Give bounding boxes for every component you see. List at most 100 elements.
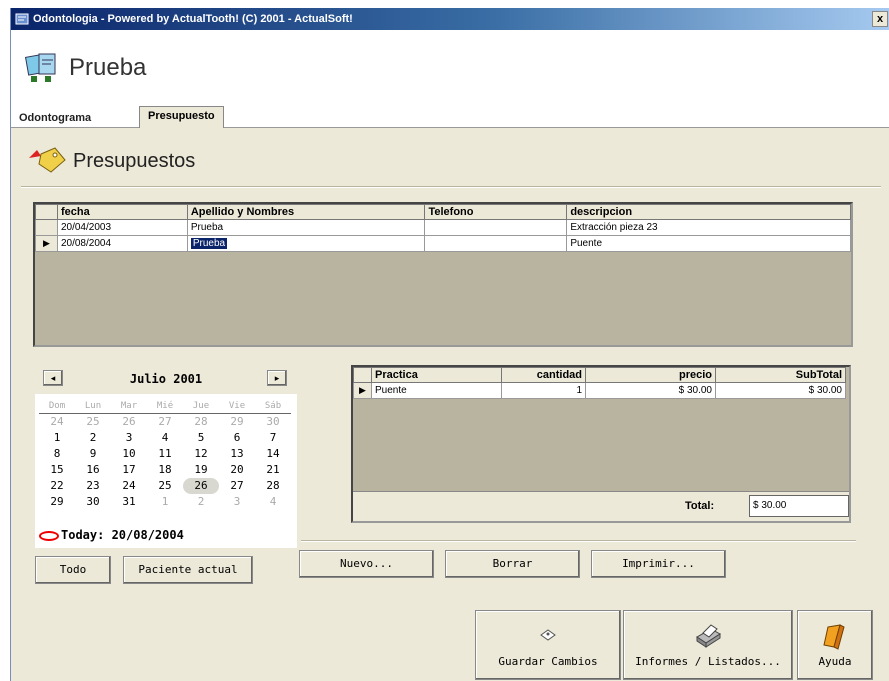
calendar-day-selected[interactable]: 26: [183, 478, 219, 494]
todo-button[interactable]: Todo: [35, 556, 111, 584]
calendar-week: 22 23 24 25 26 27 28: [39, 478, 295, 494]
column-header-precio[interactable]: precio: [585, 367, 716, 383]
budget-tag-icon: [29, 147, 66, 173]
tab-odontograma[interactable]: Odontograma: [11, 110, 99, 128]
ayuda-label: Ayuda: [818, 655, 852, 668]
row-indicator: ▶: [353, 382, 372, 399]
next-month-button[interactable]: ▸: [267, 370, 287, 386]
cell-subtotal[interactable]: $ 30.00: [715, 382, 846, 399]
total-field[interactable]: $ 30.00: [749, 495, 849, 517]
row-indicator: [35, 219, 58, 236]
cell-descripcion[interactable]: Extracción pieza 23: [566, 219, 851, 236]
tooth-app-icon: [15, 13, 29, 25]
table-row[interactable]: ▶ Puente 1 $ 30.00 $ 30.00: [353, 382, 846, 399]
calendar-day[interactable]: 23: [75, 478, 111, 494]
calendar-day[interactable]: 26: [111, 414, 147, 430]
weekday-label: Lun: [75, 398, 111, 414]
close-button[interactable]: x: [872, 11, 888, 27]
patient-header: Prueba: [11, 30, 889, 106]
calendar-day[interactable]: 30: [255, 414, 291, 430]
calendar-day[interactable]: 15: [39, 462, 75, 478]
calendar-day[interactable]: 6: [219, 430, 255, 446]
calendar-day[interactable]: 28: [255, 478, 291, 494]
budgets-grid[interactable]: fecha Apellido y Nombres Telefono descri…: [33, 202, 853, 347]
selected-cell-text: Prueba: [190, 238, 228, 249]
calendar-month-label[interactable]: Julio 2001: [35, 372, 297, 386]
nuevo-button[interactable]: Nuevo...: [299, 550, 434, 578]
column-header-fecha[interactable]: fecha: [56, 204, 188, 220]
calendar-week: 15 16 17 18 19 20 21: [39, 462, 295, 478]
cell-cantidad[interactable]: 1: [501, 382, 586, 399]
cell-telefono[interactable]: [424, 219, 568, 236]
calendar-day[interactable]: 16: [75, 462, 111, 478]
informes-listados-button[interactable]: Informes / Listados...: [623, 610, 793, 680]
cell-descripcion[interactable]: Puente: [566, 235, 851, 252]
borrar-button[interactable]: Borrar: [445, 550, 580, 578]
calendar-day[interactable]: 31: [111, 494, 147, 510]
calendar-day[interactable]: 29: [219, 414, 255, 430]
table-row[interactable]: 20/04/2003 Prueba Extracción pieza 23: [35, 219, 851, 236]
calendar-day[interactable]: 5: [183, 430, 219, 446]
calendar-day[interactable]: 14: [255, 446, 291, 462]
practices-grid[interactable]: Practica cantidad precio SubTotal ▶ Puen…: [351, 365, 851, 523]
today-link[interactable]: Today: 20/08/2004: [37, 528, 184, 542]
calendar-day[interactable]: 18: [147, 462, 183, 478]
calendar-day[interactable]: 13: [219, 446, 255, 462]
calendar-day[interactable]: 12: [183, 446, 219, 462]
cell-nombre[interactable]: Prueba: [186, 219, 426, 236]
ayuda-button[interactable]: Ayuda: [797, 610, 873, 680]
calendar-day[interactable]: 7: [255, 430, 291, 446]
calendar-day[interactable]: 3: [111, 430, 147, 446]
column-header-nombre[interactable]: Apellido y Nombres: [186, 204, 426, 220]
total-label: Total:: [685, 500, 715, 512]
title-bar[interactable]: Odontologia - Powered by ActualTooth! (C…: [11, 8, 889, 30]
calendar-day[interactable]: 24: [39, 414, 75, 430]
calendar-day[interactable]: 25: [75, 414, 111, 430]
column-header-practica[interactable]: Practica: [371, 367, 502, 383]
calendar-day[interactable]: 20: [219, 462, 255, 478]
paciente-actual-button[interactable]: Paciente actual: [123, 556, 253, 584]
calendar-day[interactable]: 8: [39, 446, 75, 462]
table-row[interactable]: ▶ 20/08/2004 Prueba Puente: [35, 235, 851, 252]
calendar-day[interactable]: 19: [183, 462, 219, 478]
calendar-day[interactable]: 11: [147, 446, 183, 462]
weekday-label: Jue: [183, 398, 219, 414]
table-header-row: Practica cantidad precio SubTotal: [353, 367, 846, 383]
calendar-day[interactable]: 1: [39, 430, 75, 446]
column-header-cantidad[interactable]: cantidad: [501, 367, 586, 383]
patients-icon: [25, 53, 56, 82]
column-header-subtotal[interactable]: SubTotal: [715, 367, 846, 383]
column-header-telefono[interactable]: Telefono: [424, 204, 568, 220]
calendar-day[interactable]: 27: [219, 478, 255, 494]
column-header-descripcion[interactable]: descripcion: [566, 204, 851, 220]
calendar-day[interactable]: 29: [39, 494, 75, 510]
calendar-day[interactable]: 10: [111, 446, 147, 462]
calendar-day[interactable]: 25: [147, 478, 183, 494]
row-indicator-header: [35, 204, 58, 220]
cell-practica[interactable]: Puente: [371, 382, 502, 399]
calendar-day[interactable]: 4: [147, 430, 183, 446]
calendar-day[interactable]: 2: [75, 430, 111, 446]
calendar-day[interactable]: 24: [111, 478, 147, 494]
calendar-day[interactable]: 22: [39, 478, 75, 494]
cell-precio[interactable]: $ 30.00: [585, 382, 716, 399]
calendar-day[interactable]: 9: [75, 446, 111, 462]
tab-presupuesto[interactable]: Presupuesto: [139, 106, 224, 128]
calendar-grid: Dom Lun Mar Mié Jue Vie Sáb 24 25 26 27 …: [39, 398, 295, 510]
imprimir-button[interactable]: Imprimir...: [591, 550, 726, 578]
calendar-day[interactable]: 1: [147, 494, 183, 510]
calendar-day[interactable]: 27: [147, 414, 183, 430]
calendar-day[interactable]: 17: [111, 462, 147, 478]
calendar-day[interactable]: 21: [255, 462, 291, 478]
cell-fecha[interactable]: 20/04/2003: [56, 219, 188, 236]
guardar-cambios-button[interactable]: Guardar Cambios: [475, 610, 621, 680]
calendar-day[interactable]: 2: [183, 494, 219, 510]
calendar-day[interactable]: 30: [75, 494, 111, 510]
calendar-day[interactable]: 28: [183, 414, 219, 430]
cell-nombre[interactable]: Prueba: [186, 235, 426, 252]
cell-telefono[interactable]: [424, 235, 568, 252]
cell-fecha[interactable]: 20/08/2004: [56, 235, 188, 252]
month-calendar[interactable]: ◂ Julio 2001 ▸ Dom Lun Mar Mié Jue Vie S…: [35, 358, 297, 548]
calendar-day[interactable]: 4: [255, 494, 291, 510]
calendar-day[interactable]: 3: [219, 494, 255, 510]
